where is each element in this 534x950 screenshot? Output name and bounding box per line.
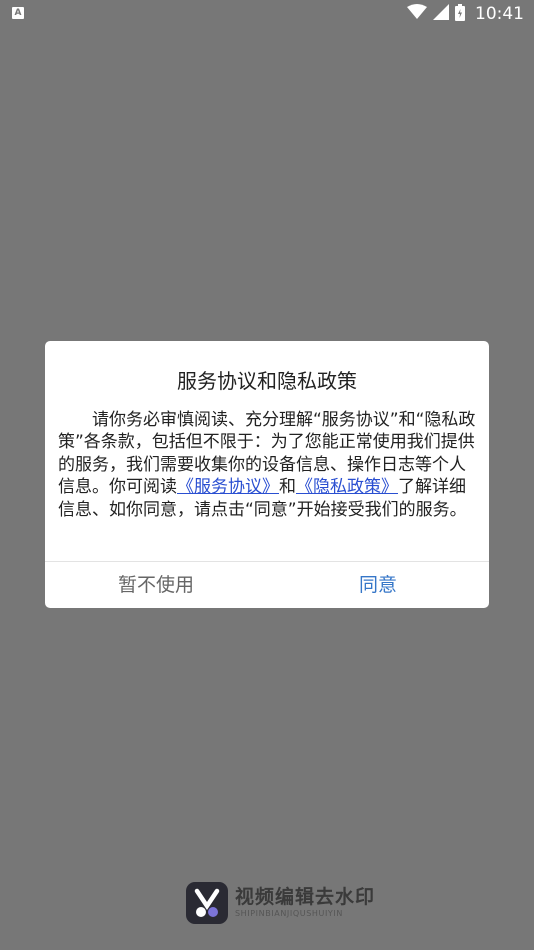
status-bar: A 10:41 bbox=[0, 0, 534, 28]
decline-button[interactable]: 暂不使用 bbox=[45, 562, 267, 608]
status-icons: 10:41 bbox=[407, 3, 524, 25]
service-agreement-link[interactable]: 《服务协议》 bbox=[177, 477, 279, 497]
brand-subtitle: SHIPINBIANJIQUSHUIYIN bbox=[235, 909, 343, 918]
status-time: 10:41 bbox=[475, 4, 524, 24]
dialog-body: 请你务必审慎阅读、充分理解“服务协议”和“隐私政策”各条款，包括但不限于：为了您… bbox=[58, 409, 480, 521]
body-text-and: 和 bbox=[279, 477, 296, 498]
brand-footer: 视频编辑去水印 SHIPINBIANJIQUSHUIYIN bbox=[186, 882, 375, 924]
privacy-policy-link[interactable]: 《隐私政策》 bbox=[296, 477, 398, 497]
signal-icon bbox=[433, 4, 449, 24]
brand-text: 视频编辑去水印 SHIPINBIANJIQUSHUIYIN bbox=[235, 886, 375, 920]
battery-icon bbox=[455, 3, 465, 25]
app-logo-icon bbox=[186, 882, 228, 924]
brand-name: 视频编辑去水印 bbox=[235, 886, 376, 908]
agree-button[interactable]: 同意 bbox=[267, 562, 489, 608]
agreement-dialog: 服务协议和隐私政策 请你务必审慎阅读、充分理解“服务协议”和“隐私政策”各条款，… bbox=[45, 341, 489, 608]
wifi-icon bbox=[407, 4, 427, 24]
dialog-title: 服务协议和隐私政策 bbox=[177, 369, 357, 393]
notification-icon: A bbox=[12, 7, 24, 19]
